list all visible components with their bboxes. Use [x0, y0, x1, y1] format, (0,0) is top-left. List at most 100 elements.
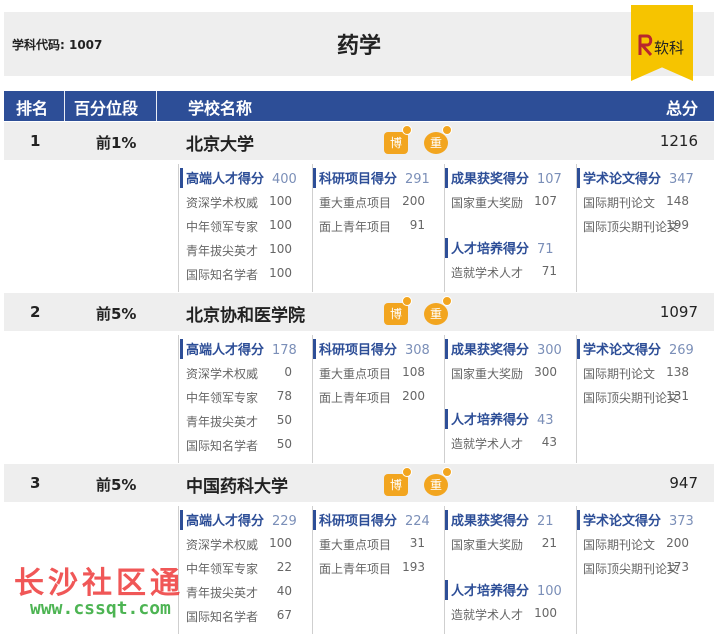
percentile-value: 前5%: [96, 305, 137, 323]
school-row-header: 2 前5% 北京协和医学院 1097 博重: [4, 293, 714, 331]
training-category-score: 43: [537, 413, 554, 428]
paper-item: 国际期刊论文 138: [583, 365, 689, 382]
key-discipline-badge-icon: 重: [424, 474, 448, 496]
research-item: 面上青年项目 200: [319, 389, 425, 406]
research-category-label: 科研项目得分: [319, 514, 398, 529]
item-value: 108: [402, 365, 425, 379]
item-value: 100: [269, 536, 292, 550]
badge-dot-icon: [442, 467, 452, 477]
item-value: 0: [284, 365, 292, 379]
research-category-score: 308: [405, 343, 430, 358]
talent-category: 高端人才得分 178: [180, 339, 297, 359]
item-value: 100: [269, 242, 292, 256]
badge-dot-icon: [402, 296, 412, 306]
item-value: 100: [269, 266, 292, 280]
talent-item: 国际知名学者 100: [186, 266, 292, 283]
badge-dot-icon: [402, 125, 412, 135]
paper-item: 国际顶尖期刊论文 199: [583, 218, 689, 235]
col-school: 学校名称: [188, 99, 253, 118]
r-logo-icon: [638, 34, 653, 57]
watermark-text: 长沙社区通: [14, 566, 184, 601]
rank-value: 2: [30, 303, 41, 321]
talent-item: 资深学术权威 100: [186, 194, 292, 211]
training-item: 造就学术人才 71: [451, 264, 557, 281]
talent-category-score: 178: [272, 343, 297, 358]
badge-dot-icon: [442, 296, 452, 306]
award-category-label: 成果获奖得分: [451, 172, 530, 187]
header-divider: [156, 91, 157, 121]
award-category: 成果获奖得分 300: [445, 339, 562, 359]
talent-category-label: 高端人才得分: [186, 343, 265, 358]
item-value: 100: [269, 218, 292, 232]
talent-category: 高端人才得分 400: [180, 168, 297, 188]
item-value: 22: [276, 560, 292, 574]
paper-item: 国际期刊论文 148: [583, 194, 689, 211]
talent-category: 高端人才得分 229: [180, 510, 297, 530]
item-value: 173: [666, 560, 689, 574]
talent-item: 资深学术权威 0: [186, 365, 292, 382]
column-divider: [178, 164, 179, 292]
talent-category-score: 229: [272, 514, 297, 529]
doctoral-badge-icon: 博: [384, 474, 408, 496]
item-value: 300: [534, 365, 557, 379]
item-value: 67: [276, 608, 292, 622]
item-value: 50: [276, 413, 292, 427]
school-name: 中国药科大学: [186, 477, 288, 497]
school-row-header: 3 前5% 中国药科大学 947 博重: [4, 464, 714, 502]
item-value: 100: [534, 606, 557, 620]
award-category-score: 300: [537, 343, 562, 358]
item-value: 43: [541, 435, 557, 449]
item-value: 138: [666, 365, 689, 379]
title-bar: 学科代码: 1007 药学: [4, 12, 714, 76]
item-value: 78: [276, 389, 292, 403]
percentile-value: 前5%: [96, 476, 137, 494]
training-category: 人才培养得分 43: [445, 409, 554, 429]
badge-dot-icon: [402, 467, 412, 477]
col-percentile: 百分位段: [74, 99, 139, 118]
award-category: 成果获奖得分 21: [445, 510, 554, 530]
talent-item: 青年拔尖英才 100: [186, 242, 292, 259]
paper-category-label: 学术论文得分: [583, 172, 662, 187]
badge-dot-icon: [442, 125, 452, 135]
talent-item: 中年领军专家 100: [186, 218, 292, 235]
award-item: 国家重大奖励 300: [451, 365, 557, 382]
paper-category-label: 学术论文得分: [583, 343, 662, 358]
research-item: 重大重点项目 200: [319, 194, 425, 211]
talent-category-label: 高端人才得分: [186, 172, 265, 187]
logo-text: 软科: [654, 39, 685, 57]
training-category-label: 人才培养得分: [451, 242, 530, 257]
percentile-value: 前1%: [96, 134, 137, 152]
award-item: 国家重大奖励 21: [451, 536, 557, 553]
training-category-score: 71: [537, 242, 554, 257]
paper-category-score: 269: [669, 343, 694, 358]
talent-item: 中年领军专家 22: [186, 560, 292, 577]
col-rank: 排名: [16, 99, 49, 118]
training-item: 造就学术人才 43: [451, 435, 557, 452]
doctoral-badge-icon: 博: [384, 132, 408, 154]
training-category: 人才培养得分 100: [445, 580, 562, 600]
research-category-label: 科研项目得分: [319, 172, 398, 187]
talent-item: 青年拔尖英才 50: [186, 413, 292, 430]
school-name: 北京协和医学院: [186, 306, 305, 326]
key-discipline-badge-icon: 重: [424, 303, 448, 325]
col-total: 总分: [665, 99, 698, 118]
training-category-label: 人才培养得分: [451, 413, 530, 428]
key-discipline-badge-icon: 重: [424, 132, 448, 154]
award-category-score: 21: [537, 514, 554, 529]
research-item: 重大重点项目 108: [319, 365, 425, 382]
doctoral-badge-icon: 博: [384, 303, 408, 325]
research-item: 面上青年项目 193: [319, 560, 425, 577]
item-value: 21: [541, 536, 557, 550]
talent-item: 国际知名学者 50: [186, 437, 292, 454]
item-value: 40: [276, 584, 292, 598]
school-name: 北京大学: [186, 135, 254, 155]
talent-item: 中年领军专家 78: [186, 389, 292, 406]
talent-item: 资深学术权威 100: [186, 536, 292, 553]
item-value: 200: [402, 194, 425, 208]
paper-category-label: 学术论文得分: [583, 514, 662, 529]
total-score: 1216: [659, 132, 698, 150]
award-category: 成果获奖得分 107: [445, 168, 562, 188]
watermark-url: www.cssqt.com: [30, 598, 171, 619]
paper-item: 国际顶尖期刊论文 131: [583, 389, 689, 406]
item-value: 107: [534, 194, 557, 208]
